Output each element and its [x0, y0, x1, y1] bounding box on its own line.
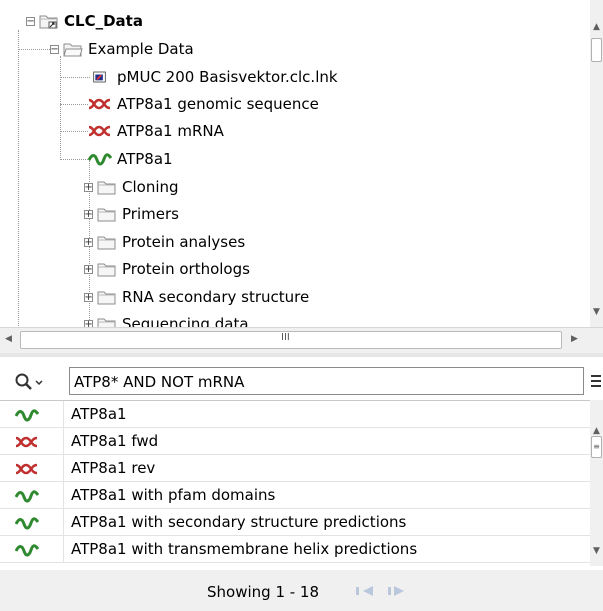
tree-item-label: ATP8a1 genomic sequence — [117, 95, 319, 113]
list-item[interactable]: ATP8a1 with pfam domains — [0, 482, 590, 509]
collapse-toggle[interactable]: − — [26, 16, 35, 26]
list-item-label: ATP8a1 fwd — [71, 432, 159, 450]
protein-sequence-icon — [15, 409, 39, 422]
list-item-label: ATP8a1 — [71, 405, 127, 423]
tree-folder-protein-analyses[interactable]: + Protein analyses — [84, 229, 245, 255]
tree-item-label: ATP8a1 — [117, 150, 173, 168]
list-item-label: ATP8a1 with pfam domains — [71, 486, 276, 504]
dna-sequence-icon — [88, 125, 111, 137]
protein-sequence-icon — [15, 517, 39, 530]
tree-node-example-data[interactable]: − Example Data — [50, 36, 194, 62]
tree-node-label: Example Data — [88, 40, 194, 58]
tree-folder-label: Protein orthologs — [122, 260, 250, 278]
scroll-thumb[interactable]: III — [20, 331, 562, 349]
row-icon-cell — [0, 509, 64, 535]
search-options-button[interactable] — [14, 372, 52, 392]
tree-folder-label: Primers — [122, 205, 179, 223]
tree-connector — [18, 30, 19, 327]
tree-item[interactable]: ATP8a1 — [88, 146, 173, 172]
tree-folder-label: Protein analyses — [122, 233, 246, 251]
tree-folder-label: Sequencing data — [122, 315, 249, 327]
tree-vertical-scrollbar[interactable]: ▲ ▼ — [590, 0, 603, 327]
tree-connector — [60, 131, 88, 132]
tree-node-root[interactable]: − CLC_Data — [26, 8, 143, 34]
scroll-grip: III — [281, 332, 290, 343]
scroll-left-arrow-icon[interactable]: ◀ — [5, 334, 12, 344]
scroll-thumb[interactable] — [591, 38, 602, 62]
list-item[interactable]: ATP8a1 with transmembrane helix predicti… — [0, 536, 590, 563]
dna-sequence-icon — [88, 98, 111, 110]
results-count-label: Showing 1 - 18 — [207, 583, 320, 601]
expand-toggle[interactable]: + — [84, 264, 93, 274]
scroll-up-arrow-icon[interactable]: ▲ — [593, 22, 600, 32]
results-footer: Showing 1 - 18 — [0, 570, 603, 611]
collapse-toggle[interactable]: − — [50, 44, 59, 54]
row-icon-cell — [0, 482, 64, 508]
expand-toggle[interactable]: + — [84, 292, 93, 302]
protein-sequence-icon — [88, 153, 112, 166]
navigation-tree[interactable]: − CLC_Data − Example Data pMUC 200 Basis… — [0, 0, 590, 327]
scroll-thumb[interactable]: ≡ — [591, 436, 602, 458]
list-item-label: ATP8a1 rev — [71, 459, 156, 477]
list-item-label: ATP8a1 with transmembrane helix predicti… — [71, 540, 418, 558]
tree-connector — [60, 77, 90, 78]
clc-link-icon — [93, 71, 106, 83]
menu-icon[interactable] — [591, 372, 603, 392]
tree-item-label: pMUC 200 Basisvektor.clc.lnk — [117, 68, 338, 86]
open-folder-icon — [63, 43, 83, 57]
expand-toggle[interactable]: + — [84, 209, 93, 219]
folder-icon — [97, 181, 116, 195]
tree-connector — [18, 49, 50, 50]
row-icon-cell — [0, 428, 64, 454]
tree-connector — [60, 56, 61, 160]
scroll-right-arrow-icon[interactable]: ▶ — [571, 334, 578, 344]
results-vertical-scrollbar[interactable]: ▲ ≡ ▼ — [590, 400, 603, 566]
row-icon-cell — [0, 455, 64, 481]
tree-folder-rna-secondary-structure[interactable]: + RNA secondary structure — [84, 284, 309, 310]
protein-sequence-icon — [15, 490, 39, 503]
list-item[interactable]: ATP8a1 fwd — [0, 428, 590, 455]
tree-root-label: CLC_Data — [64, 12, 143, 30]
linked-folder-icon — [39, 15, 58, 29]
scroll-up-arrow-icon[interactable]: ▲ — [593, 426, 600, 436]
tree-connector — [60, 104, 88, 105]
list-item[interactable]: ATP8a1 — [0, 401, 590, 428]
list-item-label: ATP8a1 with secondary structure predicti… — [71, 513, 407, 531]
tree-item[interactable]: ATP8a1 genomic sequence — [88, 91, 319, 117]
row-icon-cell — [0, 401, 64, 427]
folder-icon — [97, 263, 116, 277]
dna-sequence-icon — [15, 463, 38, 475]
previous-page-icon[interactable] — [355, 584, 377, 598]
tree-horizontal-scrollbar[interactable]: ◀ III ▶ — [0, 327, 603, 353]
tree-folder-sequencing-data[interactable]: + Sequencing data — [84, 311, 249, 327]
tree-connector — [60, 159, 88, 160]
protein-sequence-icon — [15, 544, 39, 557]
next-page-icon[interactable] — [385, 584, 407, 598]
expand-toggle[interactable]: + — [84, 237, 93, 247]
tree-folder-label: Cloning — [122, 178, 179, 196]
folder-icon — [97, 236, 116, 250]
tree-folder-protein-orthologs[interactable]: + Protein orthologs — [84, 256, 250, 282]
list-item[interactable]: ATP8a1 with secondary structure predicti… — [0, 509, 590, 536]
tree-item-label: ATP8a1 mRNA — [117, 122, 224, 140]
tree-folder-cloning[interactable]: + Cloning — [84, 174, 179, 200]
search-icon — [15, 373, 43, 390]
dna-sequence-icon — [15, 436, 38, 448]
search-results-list[interactable]: ATP8a1 ATP8a1 fwd ATP8a1 rev ATP8a1 with… — [0, 400, 590, 567]
tree-item[interactable]: pMUC 200 Basisvektor.clc.lnk — [92, 64, 338, 90]
tree-item[interactable]: ATP8a1 mRNA — [88, 118, 224, 144]
expand-toggle[interactable]: + — [84, 182, 93, 192]
search-input[interactable]: ATP8* AND NOT mRNA — [69, 367, 584, 395]
folder-icon — [97, 318, 116, 327]
scroll-down-arrow-icon[interactable]: ▼ — [593, 546, 600, 556]
tree-folder-label: RNA secondary structure — [122, 288, 310, 306]
expand-toggle[interactable]: + — [84, 319, 93, 327]
panel-splitter[interactable] — [0, 353, 603, 357]
scroll-down-arrow-icon[interactable]: ▼ — [593, 307, 600, 317]
folder-icon — [97, 208, 116, 222]
row-icon-cell — [0, 536, 64, 562]
tree-folder-primers[interactable]: + Primers — [84, 201, 179, 227]
folder-icon — [97, 291, 116, 305]
list-item[interactable]: ATP8a1 rev — [0, 455, 590, 482]
